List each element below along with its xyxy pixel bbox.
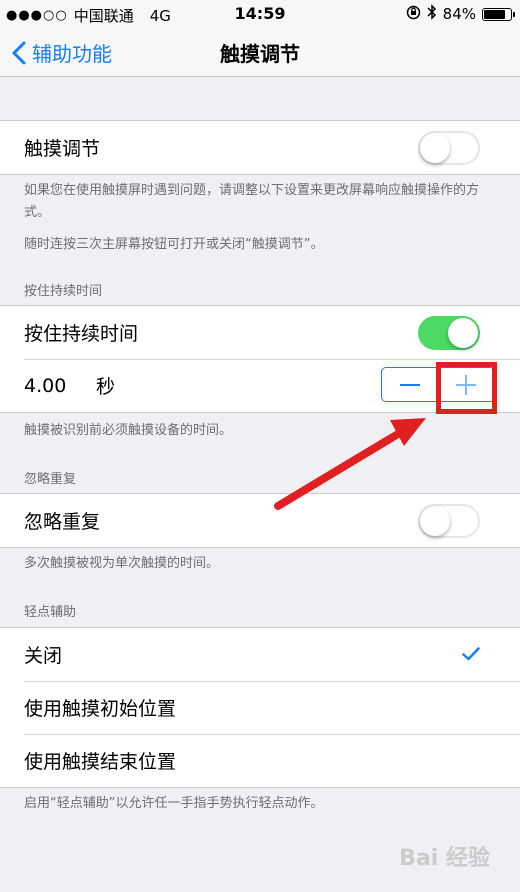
tap-assistance-header: 轻点辅助: [24, 605, 77, 620]
page-title: 触摸调节: [220, 42, 300, 66]
increment-button[interactable]: [439, 368, 495, 401]
touch-accommodations-footer: 如果您在使用触摸屏时遇到问题，请调整以下设置来更改屏幕响应触摸操作的方式。 随时…: [24, 180, 494, 256]
tap-assistance-footer: 启用“轻点辅助”以允许任一手指手势执行轻点动作。: [24, 796, 324, 811]
tap-assistance-option-off[interactable]: 关闭: [0, 628, 520, 681]
ignore-repeat-row: 忽略重复: [0, 494, 520, 547]
toggle-knob: [448, 318, 478, 348]
baidu-watermark: Bai 经验: [399, 846, 490, 871]
tap-assistance-group: 关闭 使用触摸初始位置 使用触摸结束位置: [0, 627, 520, 788]
checkmark-icon: [462, 644, 480, 666]
hold-duration-value-row: 4.00 秒: [0, 359, 520, 412]
ignore-repeat-toggle[interactable]: [418, 504, 480, 538]
touch-accommodations-label: 触摸调节: [24, 138, 101, 160]
hold-duration-unit: 秒: [96, 376, 116, 398]
hold-duration-value: 4.00: [24, 374, 67, 397]
ignore-repeat-footer: 多次触摸被视为单次触摸的时间。: [24, 556, 220, 571]
option-label: 关闭: [24, 645, 63, 667]
toggle-knob: [420, 506, 450, 536]
hold-duration-row: 按住持续时间: [0, 306, 520, 359]
option-label: 使用触摸结束位置: [24, 751, 177, 773]
tap-assistance-option-final[interactable]: 使用触摸结束位置: [0, 734, 520, 787]
status-bar: ●●●○○ 中国联通 4G 14:59 84%: [0, 0, 520, 30]
touch-accommodations-toggle[interactable]: [418, 131, 480, 165]
footer-description: 如果您在使用触摸屏时遇到问题，请调整以下设置来更改屏幕响应触摸操作的方式。: [24, 183, 480, 220]
touch-accommodations-group: 触摸调节: [0, 120, 520, 175]
battery-icon: [482, 7, 515, 21]
minus-icon: [399, 383, 420, 386]
hold-duration-label: 按住持续时间: [24, 323, 139, 345]
touch-accommodations-row: 触摸调节: [0, 121, 520, 174]
hold-duration-footer: 触摸被识别前必须触摸设备的时间。: [24, 423, 233, 438]
toggle-knob: [420, 133, 450, 163]
navigation-bar: 辅助功能 触摸调节: [0, 30, 520, 77]
tap-assistance-option-initial[interactable]: 使用触摸初始位置: [0, 681, 520, 734]
ignore-repeat-header: 忽略重复: [24, 472, 77, 487]
status-right: 84%: [406, 4, 515, 24]
hold-duration-toggle[interactable]: [418, 316, 480, 350]
hold-duration-stepper: [381, 367, 495, 402]
decrement-button[interactable]: [382, 368, 439, 401]
hold-duration-group: 按住持续时间 4.00 秒: [0, 305, 520, 413]
hold-duration-header: 按住持续时间: [24, 284, 103, 299]
ignore-repeat-group: 忽略重复: [0, 493, 520, 548]
footer-shortcut-hint: 随时连按三次主屏幕按钮可打开或关闭“触摸调节”。: [24, 237, 324, 252]
bluetooth-icon: [427, 4, 437, 24]
option-label: 使用触摸初始位置: [24, 698, 177, 720]
battery-percent: 84%: [442, 5, 476, 23]
plus-icon: [456, 374, 477, 395]
orientation-lock-icon: [406, 5, 421, 24]
ignore-repeat-label: 忽略重复: [24, 511, 101, 533]
